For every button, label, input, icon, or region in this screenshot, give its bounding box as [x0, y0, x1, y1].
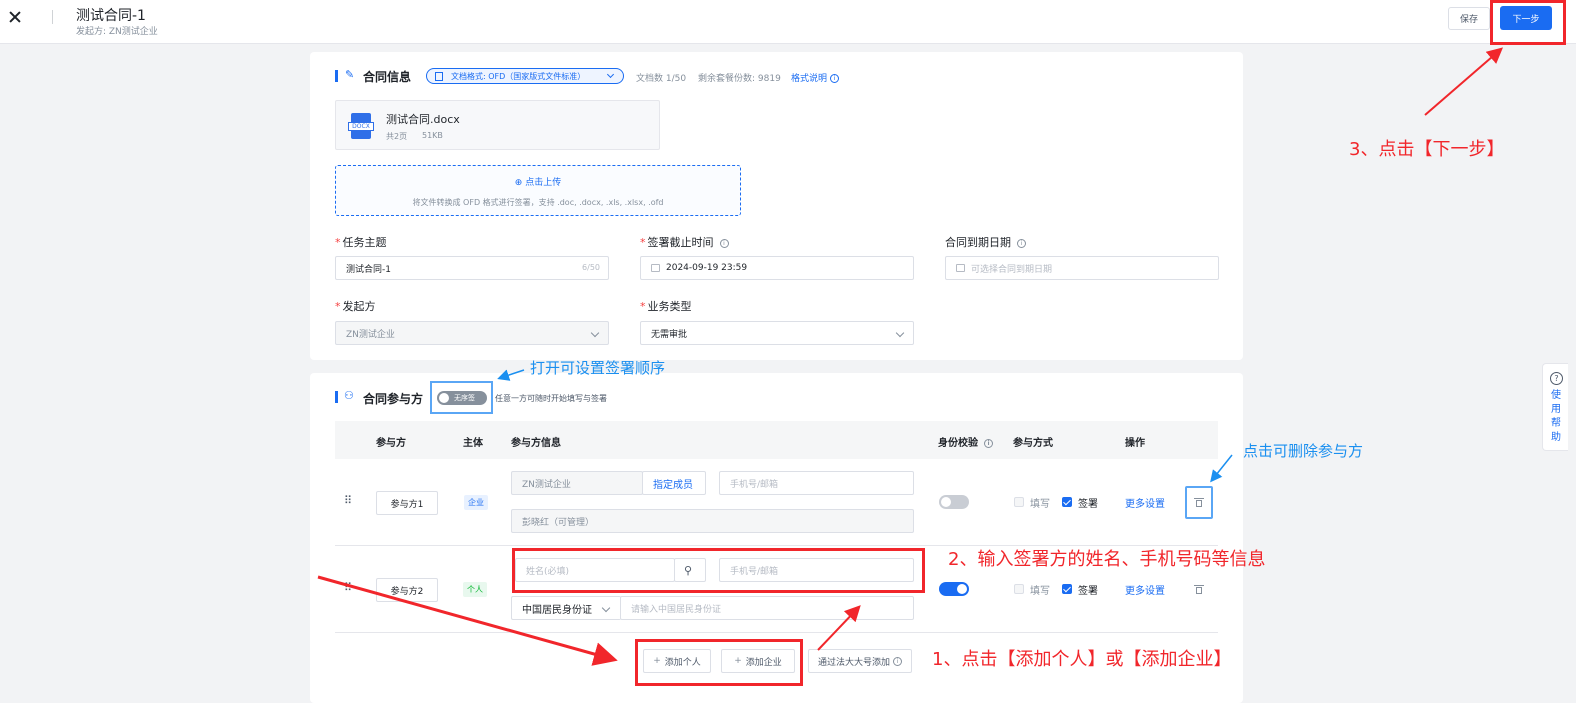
arrow-to-add [317, 575, 618, 666]
arrow-to-toggle [497, 369, 525, 381]
arrow-to-info [817, 605, 861, 651]
arrow-to-next [1424, 47, 1504, 116]
arrow-to-delete [1210, 454, 1233, 483]
annotation-arrows [317, 47, 1504, 666]
